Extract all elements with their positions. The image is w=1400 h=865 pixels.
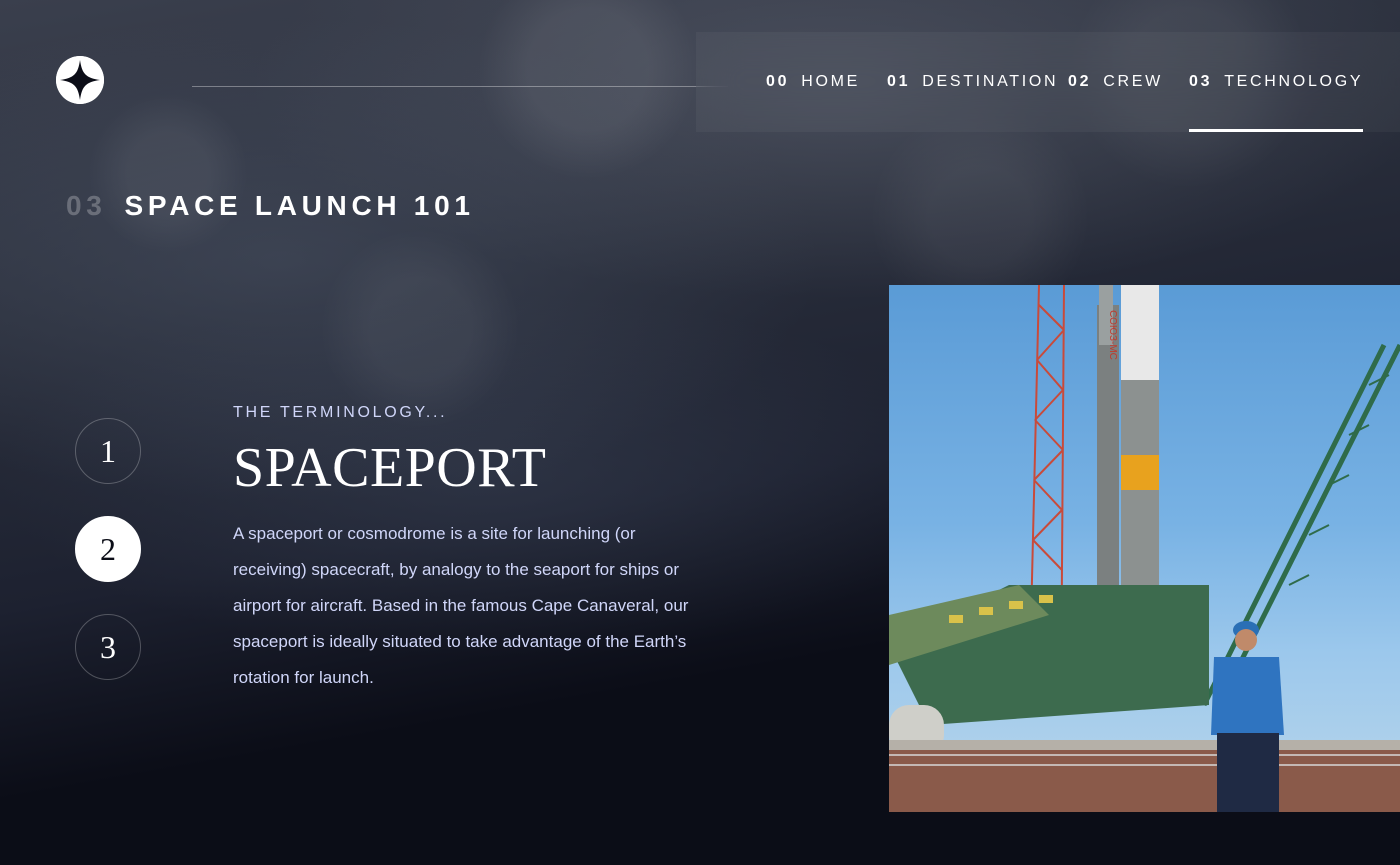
step-button-1[interactable]: 1 bbox=[75, 418, 141, 484]
nav-item-number: 03 bbox=[1189, 73, 1213, 90]
terminology-eyebrow: THE TERMINOLOGY... bbox=[233, 404, 448, 421]
star-logo-icon[interactable] bbox=[56, 56, 104, 104]
page-title-text: SPACE LAUNCH 101 bbox=[124, 190, 475, 221]
header-divider-line bbox=[192, 86, 728, 87]
nav-item-label: DESTINATION bbox=[922, 73, 1059, 90]
rocket-label: СОЮЗ-МС bbox=[1107, 310, 1118, 360]
spaceport-photo: СОЮЗ-МС bbox=[889, 285, 1400, 812]
nav-item-label: CREW bbox=[1103, 73, 1163, 90]
nav-item-crew[interactable]: 02 CREW bbox=[1068, 32, 1163, 132]
page-title-number: 03 bbox=[66, 190, 107, 221]
step-button-2[interactable]: 2 bbox=[75, 516, 141, 582]
nav-item-technology[interactable]: 03 TECHNOLOGY bbox=[1189, 32, 1364, 132]
nav-item-destination[interactable]: 01 DESTINATION bbox=[887, 32, 1058, 132]
nav-item-number: 00 bbox=[766, 73, 790, 90]
technology-description: A spaceport or cosmodrome is a site for … bbox=[233, 524, 689, 687]
nav-item-number: 02 bbox=[1068, 73, 1092, 90]
nav-item-home[interactable]: 00 HOME bbox=[766, 32, 860, 132]
step-button-3[interactable]: 3 bbox=[75, 614, 141, 680]
rocket-launch-illustration: СОЮЗ-МС bbox=[889, 285, 1400, 812]
nav-item-label: HOME bbox=[801, 73, 861, 90]
main-navigation: 00 HOME 01 DESTINATION 02 CREW 03 TECHNO… bbox=[696, 32, 1400, 132]
nav-item-number: 01 bbox=[887, 73, 911, 90]
page-title: 03 SPACE LAUNCH 101 bbox=[66, 190, 475, 222]
technology-name: SPACEPORT bbox=[233, 437, 547, 499]
nav-item-label: TECHNOLOGY bbox=[1224, 73, 1364, 90]
